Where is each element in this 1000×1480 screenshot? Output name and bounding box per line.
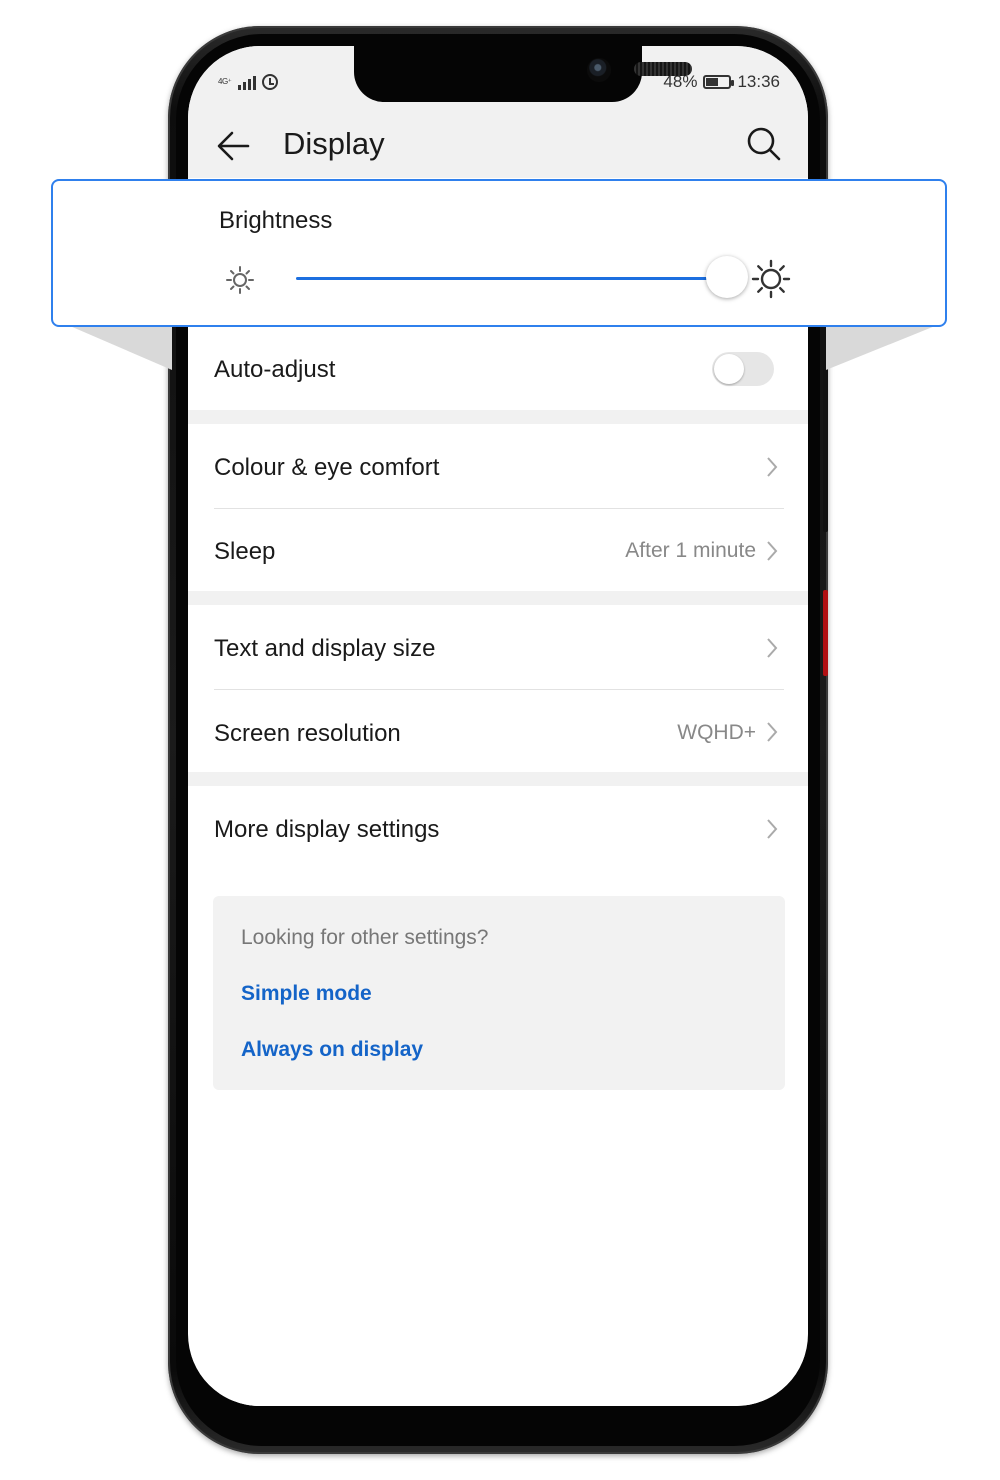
battery-icon — [703, 75, 735, 89]
chevron-right-icon — [767, 638, 778, 658]
more-display-settings-label: More display settings — [214, 816, 440, 843]
colour-eye-comfort-label: Colour & eye comfort — [214, 454, 440, 481]
chevron-right-icon — [767, 541, 778, 561]
other-settings-card: Looking for other settings? Simple mode … — [213, 896, 785, 1090]
screen-resolution-value: WQHD+ — [677, 721, 756, 744]
chevron-right-icon — [767, 819, 778, 839]
brightness-label: Brightness — [219, 207, 333, 234]
sun-large-icon — [751, 259, 791, 299]
earpiece-speaker — [634, 62, 692, 76]
more-display-settings-row[interactable]: More display settings — [188, 786, 808, 872]
brightness-slider-track[interactable] — [296, 277, 728, 280]
brightness-slider-handle[interactable] — [706, 256, 749, 298]
section-gap — [188, 591, 808, 605]
screen-resolution-label: Screen resolution — [214, 720, 401, 747]
status-left: 4G⁺ — [218, 70, 278, 94]
clock: 13:36 — [737, 72, 780, 91]
screen-resolution-row[interactable]: Screen resolution WQHD+ — [188, 690, 808, 772]
auto-adjust-toggle[interactable] — [712, 352, 774, 386]
chevron-right-icon — [767, 722, 778, 742]
volume-button — [823, 360, 828, 532]
sleep-label: Sleep — [214, 538, 276, 565]
section-gap — [188, 772, 808, 786]
search-icon — [747, 127, 781, 161]
sleep-value: After 1 minute — [625, 539, 756, 562]
sun-small-icon — [226, 266, 254, 294]
display-notch — [354, 46, 692, 102]
network-type: 4G⁺ — [218, 77, 232, 86]
brightness-callout: Brightness — [51, 179, 947, 327]
arrow-left-icon — [217, 131, 250, 161]
page-title: Display — [283, 126, 385, 161]
search-button[interactable] — [746, 126, 782, 162]
auto-adjust-label: Auto-adjust — [214, 356, 336, 383]
signal-icon — [238, 74, 256, 90]
alarm-icon — [262, 74, 278, 90]
always-on-display-link[interactable]: Always on display — [241, 1038, 423, 1062]
back-button[interactable] — [214, 128, 254, 164]
text-display-size-row[interactable]: Text and display size — [188, 605, 808, 689]
sleep-row[interactable]: Sleep After 1 minute — [188, 509, 808, 591]
power-button — [823, 590, 828, 676]
front-camera — [587, 58, 611, 82]
colour-eye-comfort-row[interactable]: Colour & eye comfort — [188, 424, 808, 508]
other-settings-title: Looking for other settings? — [241, 926, 489, 949]
simple-mode-link[interactable]: Simple mode — [241, 982, 372, 1006]
phone-mockup: 4G⁺ 48% 13:36 Display Auto-adjust Colour… — [0, 0, 1000, 1480]
text-display-size-label: Text and display size — [214, 635, 436, 662]
toggle-knob — [714, 354, 744, 384]
screen-bottom — [188, 1356, 808, 1406]
section-gap — [188, 410, 808, 424]
chevron-right-icon — [767, 457, 778, 477]
